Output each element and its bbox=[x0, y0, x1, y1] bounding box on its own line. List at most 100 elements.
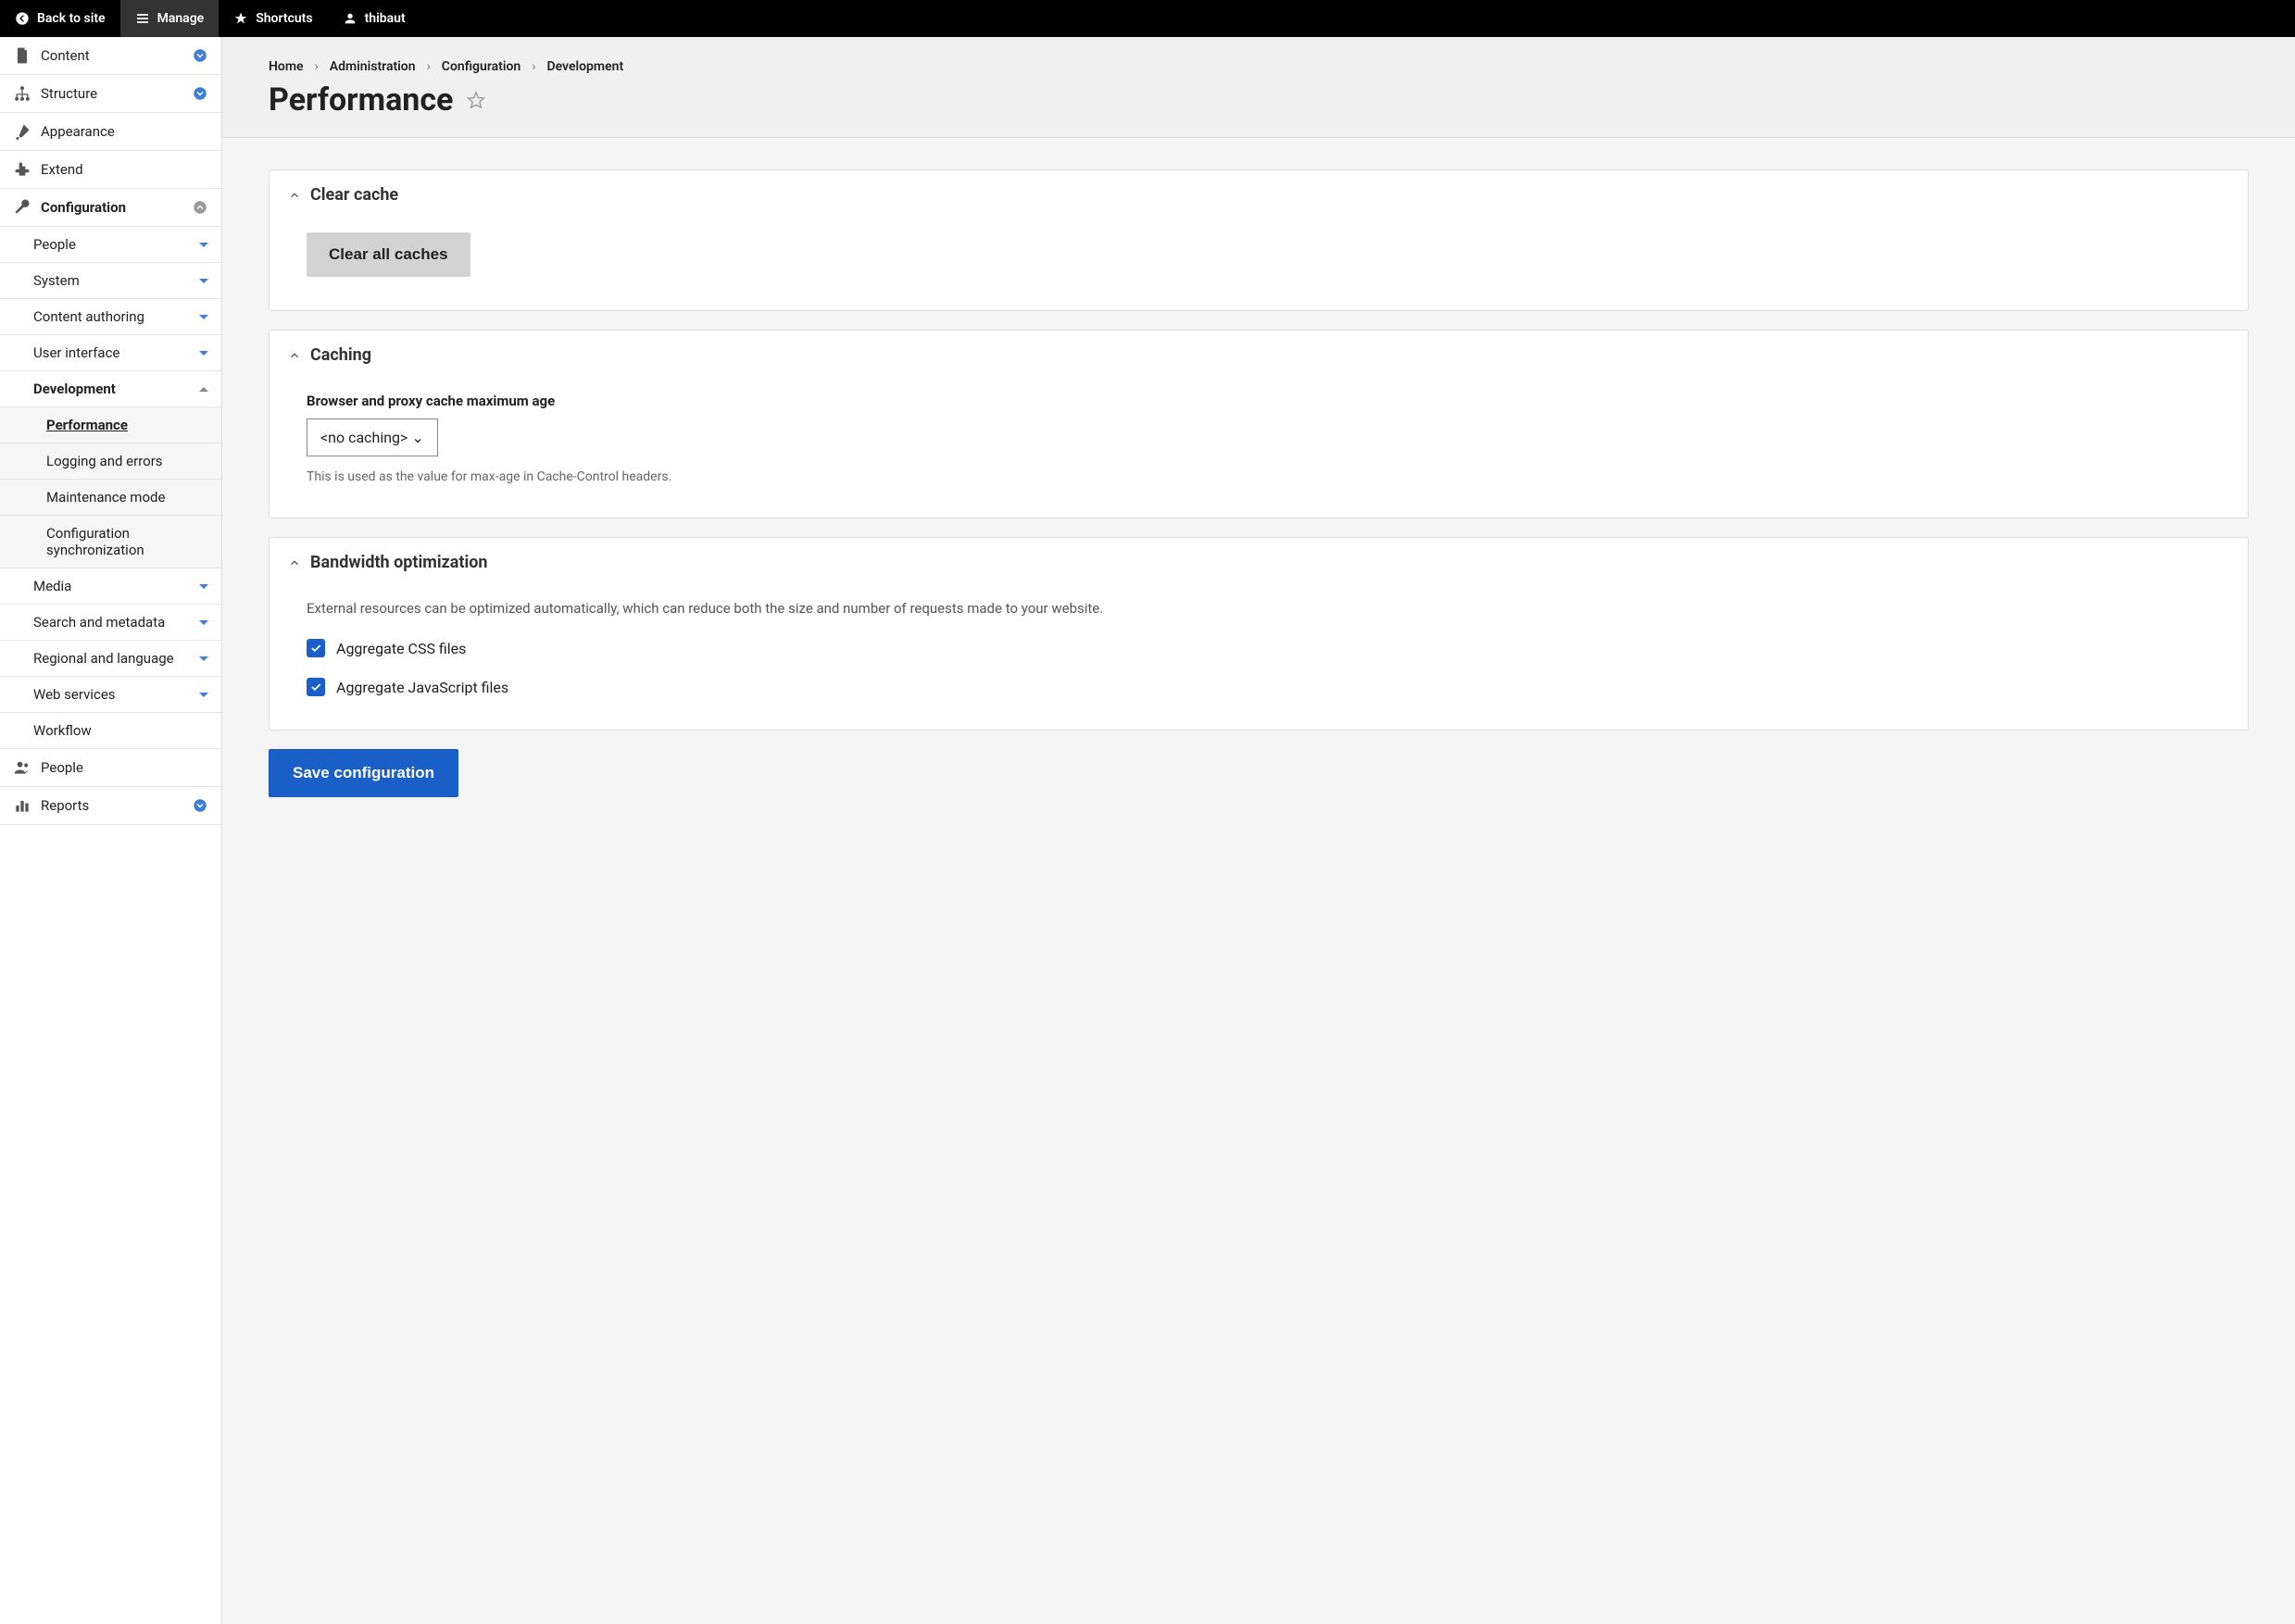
triangle-down-icon bbox=[199, 351, 208, 356]
hierarchy-icon bbox=[13, 84, 31, 103]
sidebar-subitem-development[interactable]: Development bbox=[0, 371, 221, 407]
chevron-down-icon: ⌄ bbox=[411, 429, 423, 446]
panel-header-bandwidth[interactable]: Bandwidth optimization bbox=[270, 538, 2248, 581]
manage-label: Manage bbox=[157, 11, 205, 26]
sidebar-subitem-label: System bbox=[33, 272, 199, 289]
sidebar-sub2item-logging[interactable]: Logging and errors bbox=[0, 443, 221, 480]
triangle-down-icon bbox=[199, 656, 208, 661]
chevron-up-icon bbox=[288, 349, 301, 362]
shortcuts-button[interactable]: Shortcuts bbox=[219, 0, 327, 37]
breadcrumb-sep-icon: › bbox=[315, 59, 319, 74]
check-icon bbox=[309, 642, 322, 655]
triangle-down-icon bbox=[199, 243, 208, 247]
page-title: Performance bbox=[269, 81, 453, 119]
sidebar-subitem-media[interactable]: Media bbox=[0, 568, 221, 605]
triangle-down-icon bbox=[199, 620, 208, 625]
sidebar-subitem-label: Web services bbox=[33, 686, 199, 703]
sidebar-subitem-label: Regional and language bbox=[33, 650, 199, 667]
star-icon bbox=[233, 11, 248, 26]
cache-max-age-label: Browser and proxy cache maximum age bbox=[307, 393, 2211, 409]
sidebar-sub2item-label: Configuration synchronization bbox=[46, 525, 144, 558]
triangle-down-icon bbox=[199, 584, 208, 589]
breadcrumb-item[interactable]: Configuration bbox=[442, 59, 520, 74]
panel-header-caching[interactable]: Caching bbox=[270, 331, 2248, 374]
sidebar-subitem-content-authoring[interactable]: Content authoring bbox=[0, 299, 221, 335]
breadcrumb-item[interactable]: Development bbox=[546, 59, 623, 74]
shortcuts-label: Shortcuts bbox=[256, 11, 312, 26]
bandwidth-description: External resources can be optimized auto… bbox=[307, 600, 2211, 617]
sidebar-item-appearance[interactable]: Appearance bbox=[0, 113, 221, 151]
sidebar-sub2item-maintenance[interactable]: Maintenance mode bbox=[0, 480, 221, 516]
sidebar-subitem-label: People bbox=[33, 236, 199, 253]
breadcrumb: Home › Administration › Configuration › … bbox=[269, 59, 2249, 74]
aggregate-js-checkbox[interactable] bbox=[307, 678, 325, 696]
breadcrumb-item[interactable]: Administration bbox=[330, 59, 416, 74]
admin-sidebar[interactable]: Content Structure Appearance Extend Conf… bbox=[0, 37, 222, 1624]
aggregate-css-checkbox[interactable] bbox=[307, 639, 325, 657]
document-icon bbox=[13, 46, 31, 65]
back-to-site-button[interactable]: Back to site bbox=[0, 0, 120, 37]
people-icon bbox=[13, 758, 31, 777]
panel-header-clear-cache[interactable]: Clear cache bbox=[270, 170, 2248, 214]
breadcrumb-item[interactable]: Home bbox=[269, 59, 304, 74]
sidebar-subitem-label: Development bbox=[33, 381, 199, 397]
content-area: Clear cache Clear all caches Caching Bro… bbox=[222, 138, 2295, 843]
sidebar-config-submenu: People System Content authoring User int… bbox=[0, 227, 221, 749]
sidebar-subitem-people[interactable]: People bbox=[0, 227, 221, 263]
panel-caching: Caching Browser and proxy cache maximum … bbox=[269, 330, 2249, 518]
top-toolbar: Back to site Manage Shortcuts thibaut bbox=[0, 0, 2295, 37]
breadcrumb-sep-icon: › bbox=[532, 59, 535, 74]
select-value: <no caching> bbox=[320, 429, 408, 446]
check-icon bbox=[309, 681, 322, 693]
sidebar-subitem-system[interactable]: System bbox=[0, 263, 221, 299]
person-icon bbox=[343, 11, 357, 26]
sidebar-sub2item-performance[interactable]: Performance bbox=[0, 407, 221, 443]
save-configuration-button[interactable]: Save configuration bbox=[269, 749, 458, 797]
wrench-icon bbox=[13, 198, 31, 217]
sidebar-item-label: Appearance bbox=[41, 123, 208, 140]
breadcrumb-sep-icon: › bbox=[427, 59, 431, 74]
sidebar-sub2item-label: Logging and errors bbox=[46, 453, 163, 469]
sidebar-item-extend[interactable]: Extend bbox=[0, 151, 221, 189]
sidebar-subitem-user-interface[interactable]: User interface bbox=[0, 335, 221, 371]
cache-max-age-select[interactable]: <no caching>⌄ bbox=[307, 418, 438, 456]
chevron-up-icon bbox=[288, 189, 301, 202]
sidebar-sub2item-config-sync[interactable]: Configuration synchronization bbox=[0, 516, 221, 568]
panel-title: Clear cache bbox=[310, 185, 398, 205]
panel-title: Caching bbox=[310, 345, 371, 365]
sidebar-subitem-label: Search and metadata bbox=[33, 614, 199, 631]
sidebar-subitem-workflow[interactable]: Workflow bbox=[0, 713, 221, 749]
sidebar-subitem-label: Workflow bbox=[33, 722, 208, 739]
sidebar-item-label: Structure bbox=[41, 85, 192, 102]
sidebar-item-content[interactable]: Content bbox=[0, 37, 221, 75]
sidebar-item-label: Extend bbox=[41, 161, 208, 178]
sidebar-item-label: Content bbox=[41, 47, 192, 64]
panel-bandwidth: Bandwidth optimization External resource… bbox=[269, 537, 2249, 731]
panel-title: Bandwidth optimization bbox=[310, 553, 488, 572]
panel-clear-cache: Clear cache Clear all caches bbox=[269, 169, 2249, 311]
sidebar-item-label: Reports bbox=[41, 797, 192, 814]
chevron-down-circle-icon bbox=[192, 797, 208, 814]
sidebar-sub2item-label: Maintenance mode bbox=[46, 489, 165, 506]
sidebar-item-configuration[interactable]: Configuration bbox=[0, 189, 221, 227]
bar-chart-icon bbox=[13, 796, 31, 815]
aggregate-js-label: Aggregate JavaScript files bbox=[336, 679, 508, 696]
sidebar-subitem-regional[interactable]: Regional and language bbox=[0, 641, 221, 677]
manage-button[interactable]: Manage bbox=[120, 0, 219, 37]
sidebar-item-reports[interactable]: Reports bbox=[0, 787, 221, 825]
chevron-left-circle-icon bbox=[15, 11, 30, 26]
sidebar-item-structure[interactable]: Structure bbox=[0, 75, 221, 113]
chevron-up-circle-icon bbox=[192, 199, 208, 216]
sidebar-item-people[interactable]: People bbox=[0, 749, 221, 787]
sidebar-subitem-search[interactable]: Search and metadata bbox=[0, 605, 221, 641]
back-to-site-label: Back to site bbox=[37, 11, 106, 26]
sidebar-subitem-label: Content authoring bbox=[33, 308, 199, 325]
clear-all-caches-button[interactable]: Clear all caches bbox=[307, 232, 470, 277]
sidebar-subitem-web-services[interactable]: Web services bbox=[0, 677, 221, 713]
sidebar-item-label: Configuration bbox=[41, 199, 192, 216]
triangle-up-icon bbox=[199, 387, 208, 392]
user-menu-button[interactable]: thibaut bbox=[328, 0, 420, 37]
star-outline-icon[interactable] bbox=[466, 90, 486, 110]
hamburger-icon bbox=[135, 11, 150, 26]
triangle-down-icon bbox=[199, 279, 208, 283]
